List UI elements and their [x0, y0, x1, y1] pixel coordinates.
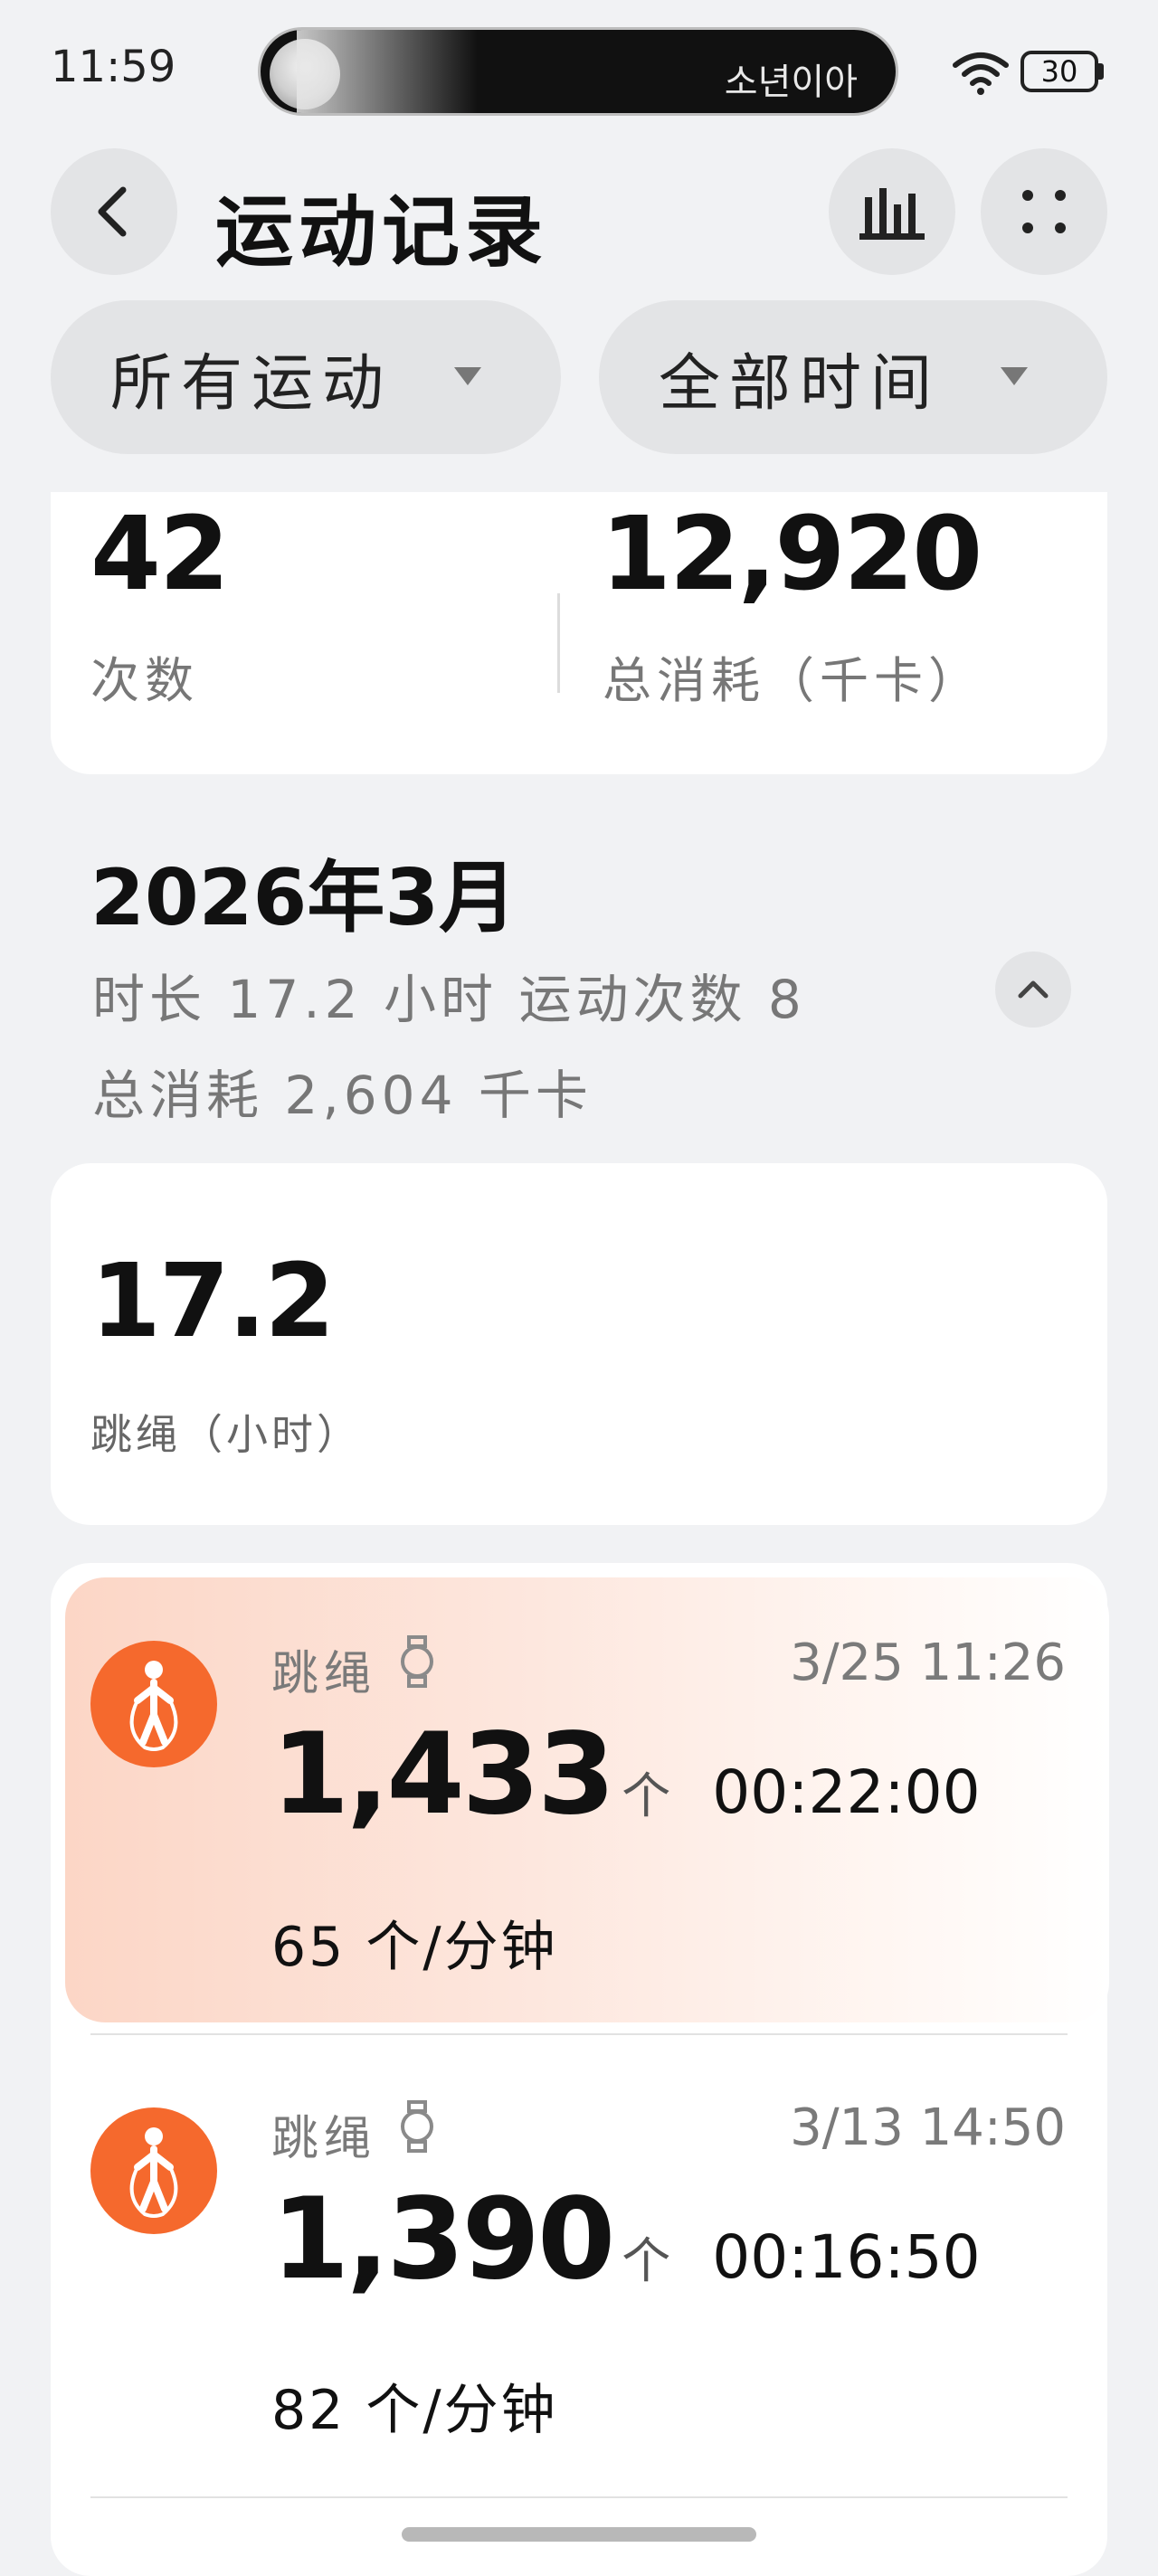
month-duration-summary: 时长 17.2 小时 运动次数 8: [92, 969, 806, 1030]
record-divider: [90, 2496, 1068, 2498]
record-duration: 00:16:50: [712, 2222, 981, 2292]
record-rate: 82 个/分钟: [271, 2379, 558, 2442]
record-sport-name: 跳绳: [271, 1647, 377, 1701]
record-sport-icon: [90, 1641, 217, 1767]
breakdown-label: 跳绳（小时）: [90, 1410, 362, 1459]
sport-filter-dropdown[interactable]: 所有运动: [51, 300, 561, 454]
month-calories-summary: 总消耗 2,604 千卡: [92, 1065, 593, 1126]
wifi-icon: [953, 52, 1009, 95]
chevron-up-icon: [1018, 980, 1049, 999]
dynamic-island[interactable]: 소년이아: [258, 27, 898, 116]
record-divider: [90, 2033, 1068, 2035]
record-count: 1,433: [271, 1709, 615, 1840]
total-count-label: 次数: [90, 652, 199, 709]
breakdown-value: 17.2: [90, 1243, 335, 1360]
month-title: 2026年3月: [90, 853, 517, 943]
total-count-value: 42: [90, 496, 230, 613]
battery-tip: [1098, 63, 1104, 80]
time-filter-label: 全部时间: [659, 347, 942, 420]
caret-down-icon: [454, 367, 481, 385]
time-filter-dropdown[interactable]: 全部时间: [599, 300, 1107, 454]
record-count-unit: 个: [622, 1767, 671, 1824]
jump-rope-icon: [129, 1661, 178, 1751]
record-duration: 00:22:00: [712, 1757, 981, 1827]
battery-indicator: 30: [1020, 51, 1098, 92]
caret-down-icon: [1001, 367, 1028, 385]
watch-icon: [401, 1635, 433, 1688]
jump-rope-icon: [129, 2127, 178, 2218]
island-fade: [297, 30, 478, 113]
record-datetime: 3/25 11:26: [790, 1634, 1066, 1692]
record-count: 1,390: [271, 2174, 615, 2305]
total-calories-value: 12,920: [601, 496, 982, 613]
total-calories-label: 总消耗（千卡）: [603, 652, 982, 709]
watch-icon: [401, 2100, 433, 2153]
record-count-unit: 个: [622, 2232, 671, 2289]
back-button[interactable]: [51, 148, 177, 275]
bar-chart-icon: [859, 188, 925, 240]
record-main-stats: 1,390 个 00:16:50: [271, 2174, 981, 2305]
record-rate: 65 个/分钟: [271, 1916, 558, 1979]
page-title: 运动记录: [215, 187, 548, 278]
summary-divider: [557, 593, 560, 693]
island-text: 소년이아: [724, 62, 858, 103]
statistics-button[interactable]: [829, 148, 955, 275]
record-sport-icon: [90, 2107, 217, 2234]
record-datetime: 3/13 14:50: [790, 2098, 1066, 2157]
collapse-button[interactable]: [995, 952, 1071, 1028]
sport-filter-label: 所有运动: [110, 347, 394, 420]
record-main-stats: 1,433 个 00:22:00: [271, 1709, 981, 1840]
home-indicator[interactable]: [402, 2527, 756, 2542]
status-time: 11:59: [51, 42, 176, 92]
record-sport-name: 跳绳: [271, 2112, 377, 2166]
more-options-button[interactable]: [981, 148, 1107, 275]
chevron-left-icon: [98, 186, 127, 237]
four-dots-icon: [1022, 190, 1066, 233]
